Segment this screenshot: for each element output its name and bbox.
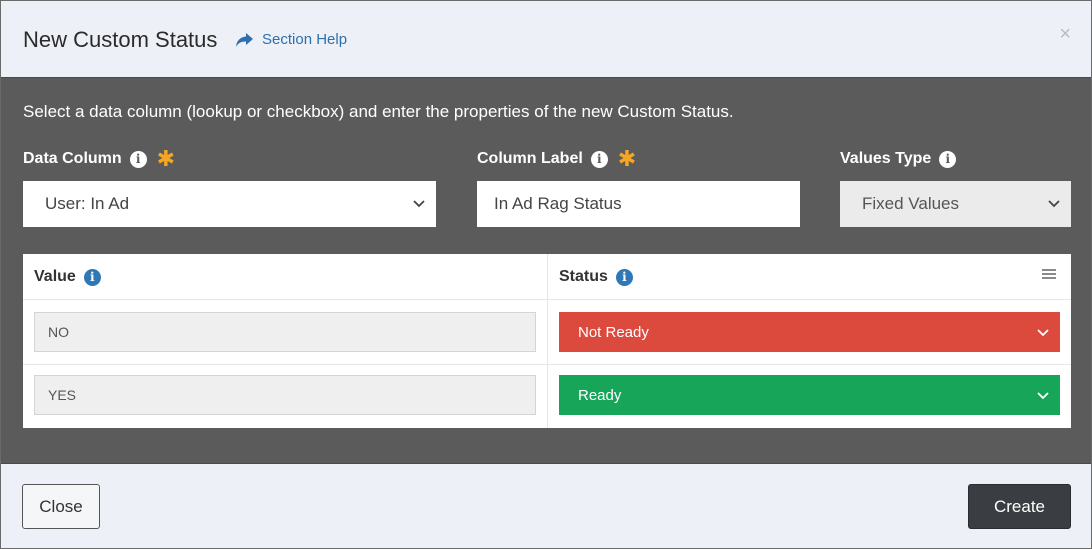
info-icon[interactable]: i <box>83 268 101 286</box>
values-type-value: Fixed Values <box>862 194 960 213</box>
value-header-text: Value <box>34 268 76 285</box>
values-type-label: Values Type i <box>840 150 957 168</box>
dialog-header: New Custom Status Section Help × <box>1 1 1091 78</box>
data-column-value: User: In Ad <box>45 194 130 213</box>
value-field: YES <box>34 375 536 415</box>
dialog-title: New Custom Status <box>23 27 218 52</box>
dialog-footer: Close Create <box>1 463 1091 548</box>
column-label-value: In Ad Rag Status <box>494 194 622 213</box>
value-text: NO <box>48 324 69 340</box>
chevron-down-icon <box>1037 392 1049 400</box>
status-header-text: Status <box>559 268 608 285</box>
status-select[interactable]: Ready <box>559 375 1060 415</box>
section-help-label: Section Help <box>262 31 348 48</box>
value-text: YES <box>48 387 77 403</box>
data-column-select[interactable]: User: In Ad <box>23 181 436 227</box>
instructions-text: Select a data column (lookup or checkbox… <box>23 102 734 121</box>
value-field: NO <box>34 312 536 352</box>
value-column-header: Value i <box>34 268 101 286</box>
create-button[interactable]: Create <box>968 484 1071 529</box>
section-help-link[interactable]: Section Help <box>235 31 347 48</box>
required-star-icon: ✱ <box>617 146 637 171</box>
column-label-label-text: Column Label <box>477 150 583 167</box>
required-star-icon: ✱ <box>156 146 176 171</box>
chevron-down-icon <box>1037 329 1049 337</box>
column-label-input[interactable]: In Ad Rag Status <box>477 181 800 227</box>
share-arrow-icon <box>236 32 253 47</box>
values-type-select[interactable]: Fixed Values <box>840 181 1071 227</box>
info-icon[interactable]: i <box>615 268 633 286</box>
status-column-header: Status i <box>559 268 633 286</box>
status-text: Ready <box>578 386 622 404</box>
menu-icon[interactable] <box>1041 267 1057 281</box>
chevron-down-icon <box>413 200 425 208</box>
data-column-label-text: Data Column <box>23 150 122 167</box>
info-icon[interactable]: i <box>939 150 957 168</box>
data-column-label: Data Column i ✱ <box>23 146 176 171</box>
info-icon[interactable]: i <box>129 150 147 168</box>
chevron-down-icon <box>1048 200 1060 208</box>
column-label-label: Column Label i ✱ <box>477 146 637 171</box>
column-divider <box>547 254 548 428</box>
dialog-body: Select a data column (lookup or checkbox… <box>1 79 1091 463</box>
value-status-table: Value i Status i NO Not Ready YES Ready <box>23 254 1071 428</box>
status-select[interactable]: Not Ready <box>559 312 1060 352</box>
close-icon[interactable]: × <box>1059 23 1071 46</box>
close-button[interactable]: Close <box>22 484 100 529</box>
new-custom-status-dialog: New Custom Status Section Help × Select … <box>0 0 1092 549</box>
values-type-label-text: Values Type <box>840 150 932 167</box>
status-text: Not Ready <box>578 323 649 341</box>
info-icon[interactable]: i <box>590 150 608 168</box>
